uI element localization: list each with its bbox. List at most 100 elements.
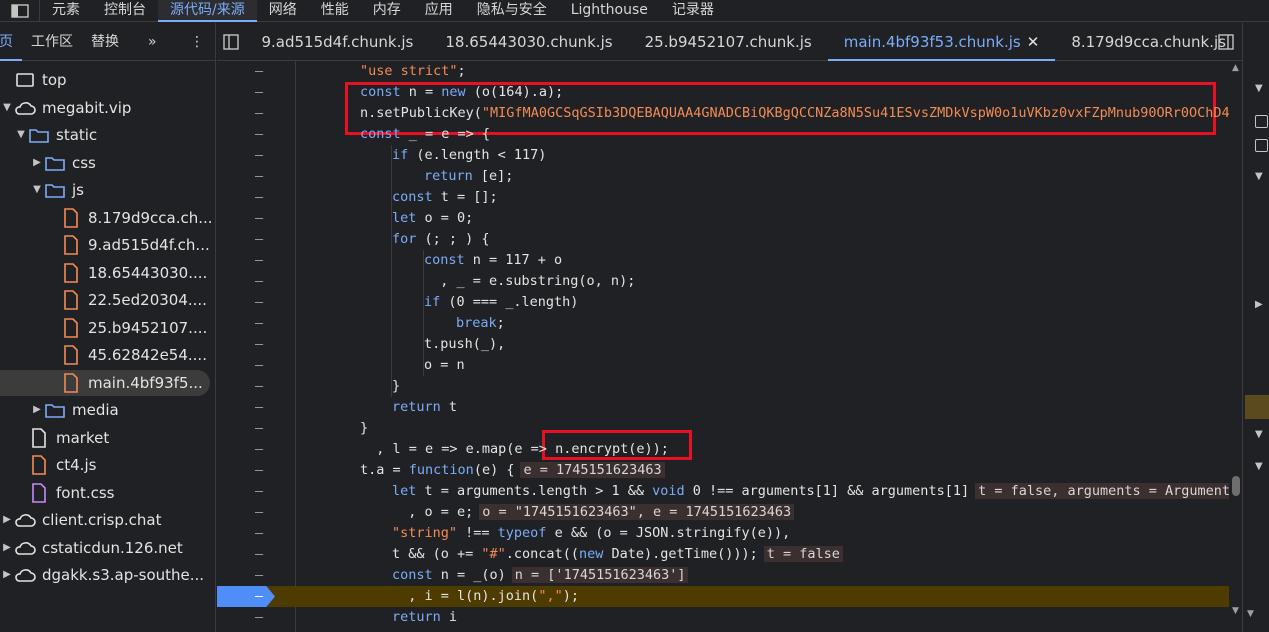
chevron-right-icon[interactable]: ▶ (30, 397, 44, 423)
checkbox[interactable] (1255, 139, 1268, 152)
panel-tab[interactable]: 元素 (40, 0, 92, 22)
panel-tab[interactable]: 应用 (413, 0, 465, 22)
tree-item-label: static (56, 126, 98, 144)
tree-item[interactable]: ▶ dgakk.s3.ap-southe... (0, 562, 216, 588)
chevron-down-icon[interactable]: ▼ (0, 95, 14, 121)
tree-item[interactable]: ▼ megabit.vip (0, 95, 216, 121)
chevron-right-icon[interactable]: ▶ (30, 150, 44, 176)
line-gutter[interactable]: – (255, 61, 267, 82)
tree-item[interactable]: 8.179d9cca.ch... (0, 205, 216, 231)
editor-tab[interactable]: 18.65443030.chunk.js (429, 23, 628, 61)
js-file-icon (60, 317, 82, 338)
line-gutter[interactable]: – (255, 607, 267, 628)
panel-tab[interactable]: Lighthouse (559, 0, 660, 22)
line-gutter[interactable]: – (255, 502, 267, 523)
code-text: let t = arguments.length > 1 && void 0 !… (392, 481, 1234, 502)
line-gutter[interactable]: – (255, 187, 267, 208)
line-gutter[interactable]: – (255, 166, 267, 187)
line-gutter[interactable]: – (255, 418, 267, 439)
tree-item[interactable]: ▶ css (0, 150, 216, 176)
tree-item[interactable]: ▶ media (0, 397, 216, 423)
editor-tab[interactable]: 25.b9452107.chunk.js (629, 23, 828, 61)
tree-item[interactable]: ▶ client.crisp.chat (0, 507, 216, 533)
tree-item[interactable]: 22.5ed20304.... (0, 287, 216, 313)
line-gutter[interactable]: – (255, 544, 267, 565)
chevron-down-icon[interactable]: ▼ (1255, 83, 1263, 94)
tab-workspace[interactable]: 工作区 (22, 23, 82, 61)
line-gutter[interactable]: – (255, 439, 267, 460)
line-gutter[interactable]: – (255, 376, 267, 397)
line-gutter[interactable]: – (255, 397, 267, 418)
more-tabs-icon[interactable]: » (148, 23, 157, 61)
chevron-right-icon[interactable]: ▶ (1255, 299, 1263, 310)
code-line: – "use strict"; (217, 61, 1242, 82)
line-gutter[interactable]: – (255, 145, 267, 166)
code-line: – t && (o += "#".concat((new Date).getTim… (217, 544, 1242, 565)
line-gutter[interactable]: – (255, 292, 267, 313)
close-icon[interactable]: ✕ (1027, 33, 1040, 51)
tree-item[interactable]: 45.62842e54.... (0, 342, 216, 368)
editor-tab-label: main.4bf93f53.chunk.js (843, 32, 1021, 51)
toggle-navigator-icon[interactable] (217, 23, 245, 61)
line-gutter[interactable]: – (255, 229, 267, 250)
chevron-down-icon[interactable]: ▼ (1255, 429, 1263, 440)
kebab-menu-icon[interactable]: ⋮ (190, 23, 204, 61)
line-gutter[interactable]: – (255, 565, 267, 586)
tree-item[interactable]: 18.65443030.... (0, 260, 216, 286)
line-gutter[interactable]: – (255, 250, 267, 271)
line-gutter[interactable]: – (255, 481, 267, 502)
line-gutter[interactable]: – (255, 355, 267, 376)
scroll-down-icon[interactable]: ▼ (1247, 609, 1254, 619)
line-gutter[interactable]: – (255, 523, 267, 544)
panel-tab[interactable]: 控制台 (92, 0, 158, 22)
toggle-debugger-icon[interactable] (1218, 34, 1234, 54)
chevron-right-icon[interactable]: ▶ (0, 507, 14, 533)
chevron-right-icon[interactable]: ▶ (0, 562, 14, 588)
panel-tab[interactable]: 记录器 (660, 0, 726, 22)
tree-item[interactable]: ▼ js (0, 177, 216, 203)
chevron-down-icon[interactable]: ▼ (1255, 171, 1263, 182)
chevron-down-icon[interactable]: ▼ (30, 177, 44, 203)
dock-toggle-icon[interactable] (0, 0, 40, 22)
line-gutter[interactable]: – (255, 124, 267, 145)
line-gutter[interactable]: – (217, 586, 275, 607)
panel-tab[interactable]: 内存 (361, 0, 413, 22)
line-gutter[interactable]: – (255, 334, 267, 355)
vertical-scrollbar[interactable]: ▲ ▼ (1229, 61, 1242, 632)
tab-overrides[interactable]: 替换 (82, 23, 128, 61)
editor-tab[interactable]: 8.179d9cca.chunk.js (1055, 23, 1242, 61)
line-gutter[interactable]: – (255, 82, 267, 103)
tree-item[interactable]: ▶ cstaticdun.126.net (0, 535, 216, 561)
chevron-right-icon[interactable]: ▶ (0, 535, 14, 561)
tab-page[interactable]: 页 (0, 23, 22, 61)
line-gutter[interactable]: – (255, 313, 267, 334)
tree-item[interactable]: 9.ad515d4f.ch... (0, 232, 216, 258)
tree-item[interactable]: font.css (0, 480, 216, 506)
code-line: – o = n (217, 355, 1242, 376)
tree-item[interactable]: 25.b9452107.... (0, 315, 216, 341)
tree-item[interactable]: main.4bf93f5... (0, 369, 210, 396)
panel-tab[interactable]: 性能 (309, 0, 361, 22)
line-gutter[interactable]: – (255, 271, 267, 292)
tree-item[interactable]: market (0, 425, 216, 451)
cloud-icon (14, 511, 36, 529)
code-line: – const n = _(o) n = ['1745151623463'] (217, 565, 1242, 586)
chevron-down-icon[interactable]: ▼ (14, 122, 28, 148)
code-editor[interactable]: – "use strict"; – const n = new (o(164).a);… (217, 61, 1242, 632)
panel-tab[interactable]: 源代码/来源 (158, 0, 257, 22)
editor-tab[interactable]: main.4bf93f53.chunk.js ✕ (827, 23, 1056, 61)
tree-item[interactable]: top (0, 67, 216, 93)
code-line: – n.setPublicKey("MIGfMA0GCSqGSIb3DQEBAQU… (217, 103, 1242, 124)
editor-tab[interactable]: 9.ad515d4f.chunk.js (245, 23, 429, 61)
tree-item-label: 22.5ed20304.... (88, 291, 207, 309)
line-gutter[interactable]: – (255, 460, 267, 481)
panel-tab[interactable]: 隐私与安全 (465, 0, 559, 22)
panel-tab[interactable]: 网络 (257, 0, 309, 22)
checkbox[interactable] (1255, 115, 1268, 128)
chevron-down-icon[interactable]: ▼ (1255, 461, 1263, 472)
code-text: , _ = e.substring(o, n); (424, 273, 636, 289)
tree-item[interactable]: ▼ static (0, 122, 216, 148)
tree-item[interactable]: ct4.js (0, 452, 216, 478)
line-gutter[interactable]: – (255, 208, 267, 229)
line-gutter[interactable]: – (255, 103, 267, 124)
